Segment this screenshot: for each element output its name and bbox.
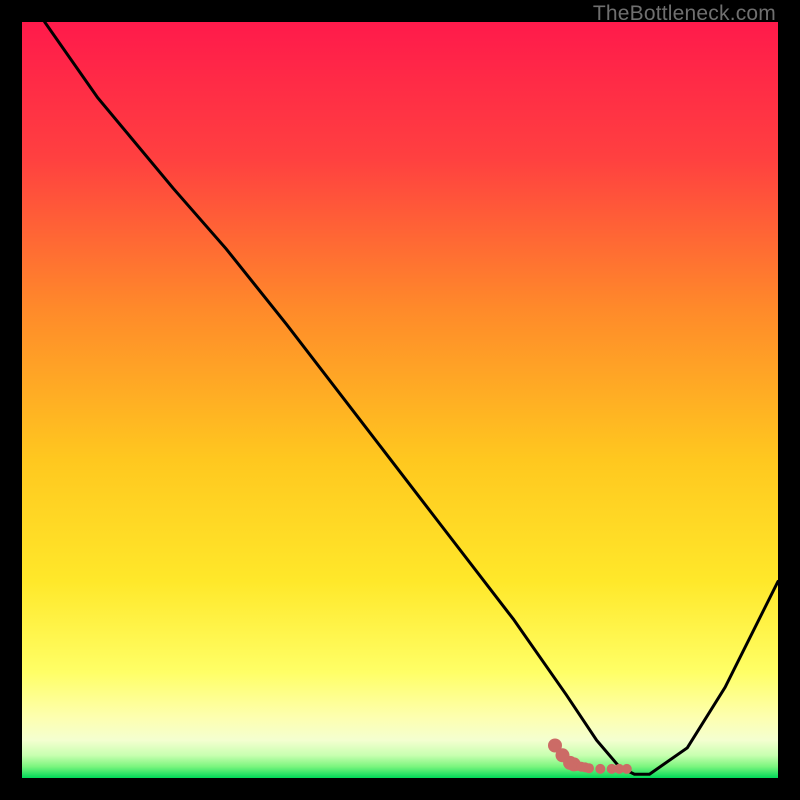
gradient-background bbox=[22, 22, 778, 778]
optimum-dot bbox=[622, 764, 632, 774]
watermark-text: TheBottleneck.com bbox=[593, 2, 776, 26]
optimum-dot bbox=[595, 764, 605, 774]
chart-svg bbox=[22, 22, 778, 778]
chart-frame bbox=[22, 22, 778, 778]
optimum-dot bbox=[584, 763, 594, 773]
